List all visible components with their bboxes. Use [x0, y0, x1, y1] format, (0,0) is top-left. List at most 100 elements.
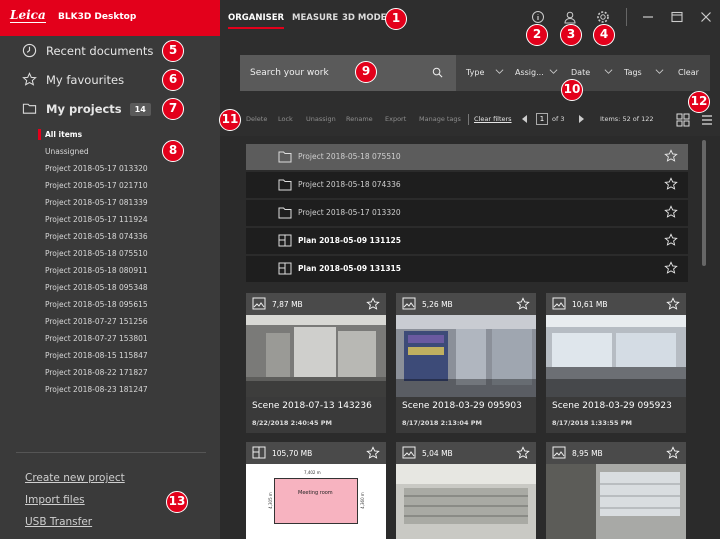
- page-number-input[interactable]: 1: [536, 113, 548, 125]
- project-item[interactable]: Project 2018-07-27 151256: [0, 313, 220, 330]
- tab-measure[interactable]: MEASURE: [292, 13, 338, 23]
- list-row-name: Plan 2018-05-09 131125: [298, 236, 401, 245]
- plan-card[interactable]: 105,70 MB 7,402 m Meeting room 4,305 m 4…: [246, 442, 386, 539]
- clear-search-button[interactable]: Clear: [678, 68, 699, 77]
- favourite-star-icon[interactable]: [664, 261, 678, 275]
- manage-tags-button[interactable]: Manage tags: [419, 115, 461, 123]
- prev-page-icon[interactable]: [522, 115, 528, 123]
- favourite-star-icon[interactable]: [516, 446, 530, 460]
- favourite-star-icon[interactable]: [666, 297, 680, 311]
- favourite-star-icon[interactable]: [366, 297, 380, 311]
- chevron-down-icon[interactable]: [655, 67, 664, 76]
- favourite-star-icon[interactable]: [366, 446, 380, 460]
- content-area: Project 2018-05-18 075510 Project 2018-0…: [220, 136, 720, 539]
- project-item[interactable]: Project 2018-05-18 074336: [0, 228, 220, 245]
- minimize-icon[interactable]: [640, 9, 656, 25]
- scene-card[interactable]: 5,26 MB Scene 2018-03-29 095903 8/17/201…: [396, 293, 536, 433]
- list-row-plan[interactable]: Plan 2018-05-09 131125: [246, 228, 688, 254]
- export-button[interactable]: Export: [385, 115, 406, 123]
- unassign-button[interactable]: Unassign: [306, 115, 336, 123]
- project-item[interactable]: Project 2018-05-17 021710: [0, 177, 220, 194]
- folder-icon: [22, 103, 37, 114]
- settings-icon[interactable]: [595, 9, 611, 25]
- card-header: 5,26 MB: [396, 293, 536, 315]
- delete-button[interactable]: Delete: [246, 115, 267, 123]
- scene-card[interactable]: 7,87 MB Scene 2018-07-13 143236 8/22/201…: [246, 293, 386, 433]
- scene-card[interactable]: 10,61 MB Scene 2018-03-29 095923 8/17/20…: [546, 293, 686, 433]
- info-icon[interactable]: [530, 9, 546, 25]
- filter-type[interactable]: Type: [466, 68, 484, 77]
- scene-card[interactable]: 8,95 MB: [546, 442, 686, 539]
- top-bar: ORGANISER MEASURE 3D MODEL: [220, 0, 720, 36]
- rename-button[interactable]: Rename: [346, 115, 373, 123]
- project-item[interactable]: Project 2018-05-18 080911: [0, 262, 220, 279]
- page-of-label: of 3: [552, 115, 565, 123]
- favourite-star-icon[interactable]: [664, 149, 678, 163]
- card-scene-date: 8/17/2018 1:33:55 PM: [552, 419, 632, 427]
- card-file-size: 5,04 MB: [422, 449, 453, 458]
- project-item[interactable]: Project 2018-08-22 171827: [0, 364, 220, 381]
- nav-recent-documents[interactable]: Recent documents: [0, 40, 220, 62]
- list-row-project[interactable]: Project 2018-05-17 013320: [246, 200, 688, 226]
- favourite-star-icon[interactable]: [516, 297, 530, 311]
- import-files-link[interactable]: Import files: [25, 494, 85, 506]
- list-row-name: Project 2018-05-18 075510: [298, 152, 401, 161]
- projects-count-badge: 14: [129, 103, 151, 116]
- project-item-all[interactable]: All items: [0, 126, 220, 143]
- scrollbar[interactable]: [702, 140, 706, 266]
- list-row-project[interactable]: Project 2018-05-18 075510: [246, 144, 688, 170]
- items-count-label: Items: 52 of 122: [600, 115, 654, 123]
- sidebar: Leica BLK3D Desktop Recent documents My …: [0, 0, 220, 539]
- maximize-icon[interactable]: [669, 9, 685, 25]
- project-item[interactable]: Project 2018-05-17 081339: [0, 194, 220, 211]
- image-icon: [252, 297, 266, 310]
- project-item-unassigned[interactable]: Unassigned: [0, 143, 220, 160]
- list-view-icon[interactable]: [698, 111, 716, 129]
- nav-favourites-label: My favourites: [46, 73, 125, 87]
- search-input[interactable]: [250, 65, 420, 81]
- favourite-star-icon[interactable]: [664, 233, 678, 247]
- plan-icon: [278, 262, 292, 275]
- plan-room-label: Meeting room: [298, 490, 333, 496]
- folder-icon: [278, 207, 292, 219]
- favourite-star-icon[interactable]: [666, 446, 680, 460]
- next-page-icon[interactable]: [578, 115, 584, 123]
- favourite-star-icon[interactable]: [664, 177, 678, 191]
- clear-filters-link[interactable]: Clear filters: [474, 115, 512, 123]
- image-icon: [402, 446, 416, 459]
- scene-card[interactable]: 5,04 MB: [396, 442, 536, 539]
- project-item[interactable]: Project 2018-05-18 095615: [0, 296, 220, 313]
- project-item[interactable]: Project 2018-08-23 181247: [0, 381, 220, 398]
- nav-my-projects[interactable]: My projects 14: [0, 98, 220, 120]
- create-new-project-link[interactable]: Create new project: [25, 472, 125, 484]
- grid-view-icon[interactable]: [674, 111, 692, 129]
- chevron-down-icon[interactable]: [495, 67, 504, 76]
- close-icon[interactable]: [698, 9, 714, 25]
- project-item[interactable]: Project 2018-07-27 153801: [0, 330, 220, 347]
- project-item[interactable]: Project 2018-05-17 111924: [0, 211, 220, 228]
- callout-13: 13: [166, 491, 188, 513]
- usb-transfer-link[interactable]: USB Transfer: [25, 516, 92, 528]
- callout-9: 9: [355, 61, 377, 83]
- chevron-down-icon[interactable]: [549, 67, 558, 76]
- tab-organiser[interactable]: ORGANISER: [228, 13, 285, 29]
- list-row-project[interactable]: Project 2018-05-18 074336: [246, 172, 688, 198]
- project-item[interactable]: Project 2018-05-18 095348: [0, 279, 220, 296]
- user-icon[interactable]: [562, 9, 578, 25]
- project-item[interactable]: Project 2018-08-15 115847: [0, 347, 220, 364]
- chevron-down-icon[interactable]: [604, 67, 613, 76]
- project-item[interactable]: Project 2018-05-18 075510: [0, 245, 220, 262]
- favourite-star-icon[interactable]: [664, 205, 678, 219]
- card-header: 10,61 MB: [546, 293, 686, 315]
- callout-10: 10: [561, 79, 583, 101]
- topbar-separator: [626, 8, 627, 26]
- list-row-plan[interactable]: Plan 2018-05-09 131315: [246, 256, 688, 282]
- filter-tags[interactable]: Tags: [624, 68, 642, 77]
- nav-my-favourites[interactable]: My favourites: [0, 69, 220, 91]
- project-item[interactable]: Project 2018-05-17 013320: [0, 160, 220, 177]
- filter-assigned[interactable]: Assig...: [515, 68, 544, 77]
- filter-date[interactable]: Date: [571, 68, 590, 77]
- search-icon[interactable]: [432, 67, 443, 78]
- nav-recent-label: Recent documents: [46, 44, 154, 58]
- lock-button[interactable]: Lock: [278, 115, 293, 123]
